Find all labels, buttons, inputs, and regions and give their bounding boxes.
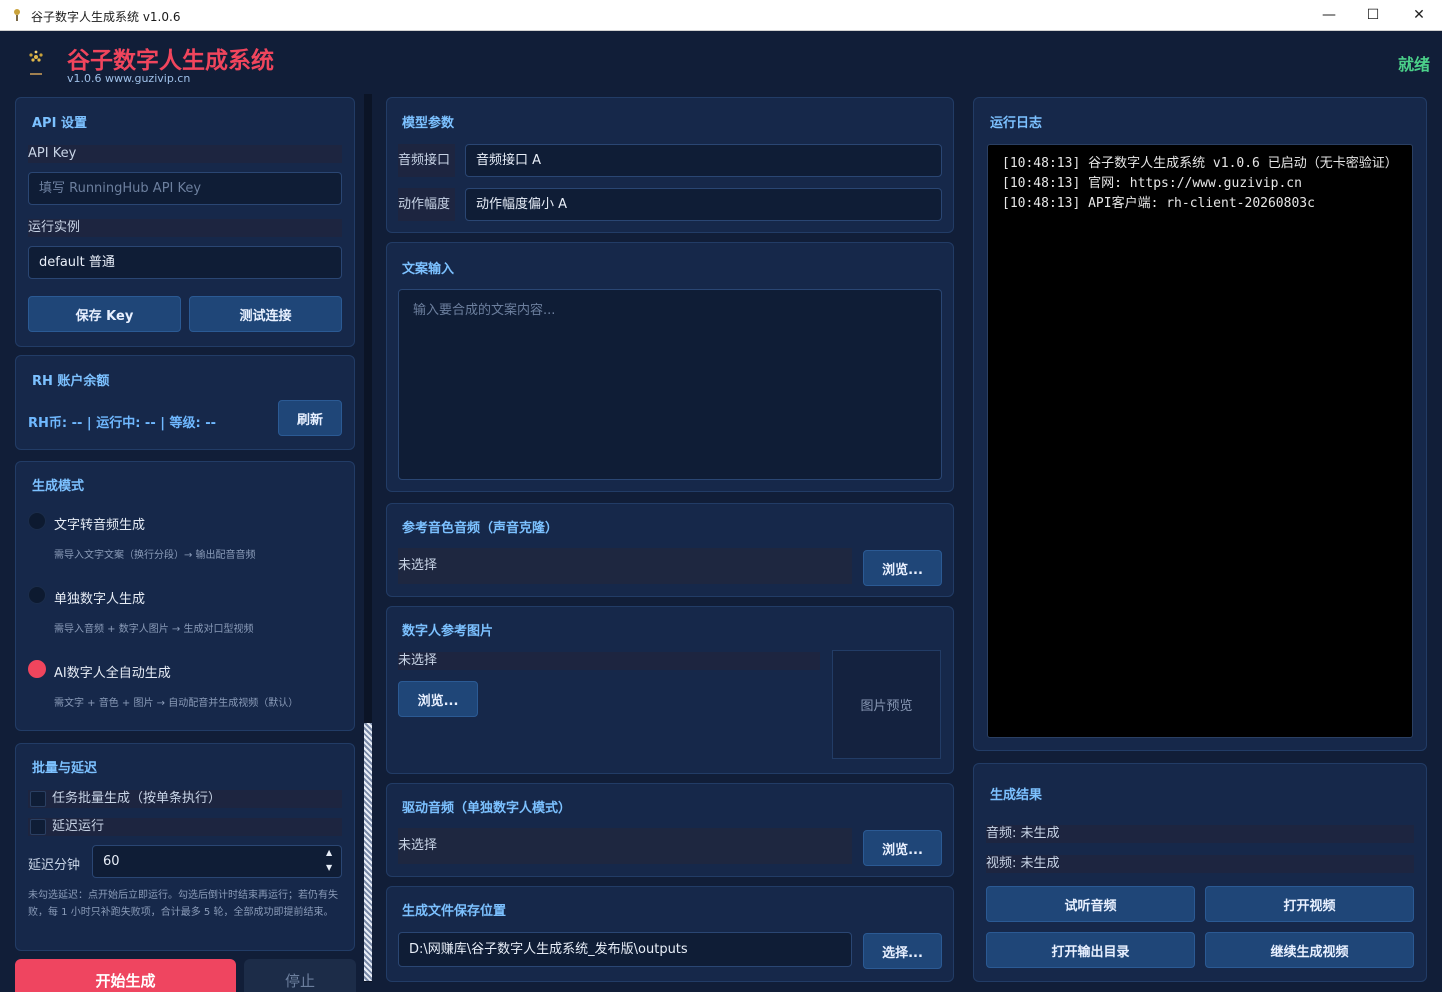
open-video-button[interactable]: 打开视频: [1205, 886, 1414, 922]
app-subtitle: v1.0.6 www.guzivip.cn: [67, 72, 191, 85]
spin-up-icon[interactable]: ▲: [326, 848, 332, 857]
stop-button[interactable]: 停止: [244, 959, 356, 992]
mode-desc-digital-human: 需导入音频 + 数字人图片 → 生成对口型视频: [54, 624, 254, 635]
drive-audio-panel: 驱动音频（单独数字人模式） 未选择 浏览...: [386, 783, 954, 877]
audio-port-select[interactable]: 音频接口 A: [465, 144, 942, 177]
motion-select[interactable]: 动作幅度偏小 A: [465, 188, 942, 221]
open-output-dir-button[interactable]: 打开输出目录: [986, 932, 1195, 968]
ref-audio-browse-button[interactable]: 浏览...: [863, 550, 942, 586]
log-output[interactable]: [10:48:13] 谷子数字人生成系统 v1.0.6 已启动（无卡密验证） […: [987, 144, 1413, 738]
minimize-button[interactable]: —: [1306, 0, 1352, 30]
logo-icon: [29, 50, 43, 75]
motion-label: 动作幅度: [398, 188, 455, 221]
api-key-input[interactable]: 填写 RunningHub API Key: [28, 172, 342, 205]
log-title: 运行日志: [990, 116, 1043, 131]
close-button[interactable]: ✕: [1396, 0, 1442, 30]
drive-audio-browse-button[interactable]: 浏览...: [863, 830, 942, 866]
model-title: 模型参数: [402, 116, 455, 131]
delay-minutes-label: 延迟分钟: [28, 858, 81, 873]
output-path-input[interactable]: D:\网赚库\谷子数字人生成系统_发布版\outputs: [398, 932, 852, 967]
api-settings-title: API 设置: [32, 116, 87, 131]
ref-audio-title: 参考音色音频（声音克隆）: [402, 521, 559, 536]
save-key-button[interactable]: 保存 Key: [28, 296, 181, 332]
model-panel: 模型参数 音频接口 音频接口 A 动作幅度 动作幅度偏小 A: [386, 97, 954, 233]
mode-title: 生成模式: [32, 479, 85, 494]
spin-down-icon[interactable]: ▼: [326, 863, 332, 872]
log-line: [10:48:13] API客户端: rh-client-20260803c: [1002, 196, 1315, 211]
app-window: 谷子数字人生成系统 v1.0.6 www.guzivip.cn 就绪 API 设…: [0, 31, 1442, 992]
batch-title: 批量与延迟: [32, 761, 98, 776]
app-icon: [14, 9, 20, 21]
output-panel: 生成文件保存位置 D:\网赚库\谷子数字人生成系统_发布版\outputs 选择…: [386, 886, 954, 982]
balance-panel: RH 账户余额 RH币: -- | 运行中: -- | 等级: -- 刷新: [15, 355, 355, 450]
status-badge: 就绪: [1397, 55, 1430, 74]
script-title: 文案输入: [402, 262, 455, 277]
mode-panel: 生成模式 文字转音频生成 需导入文字文案（换行分段）→ 输出配音音频 单独数字人…: [15, 461, 355, 731]
drive-audio-title: 驱动音频（单独数字人模式）: [402, 801, 572, 816]
app-header: 谷子数字人生成系统 v1.0.6 www.guzivip.cn 就绪: [0, 31, 1442, 95]
start-button[interactable]: 开始生成: [15, 959, 236, 992]
script-textarea[interactable]: 输入要合成的文案内容...: [398, 289, 942, 480]
mode-radio-text-to-audio[interactable]: [28, 512, 46, 530]
output-title: 生成文件保存位置: [402, 904, 507, 919]
result-title: 生成结果: [990, 788, 1043, 803]
mode-desc-text-to-audio: 需导入文字文案（换行分段）→ 输出配音音频: [54, 550, 256, 561]
audio-port-label: 音频接口: [398, 144, 455, 177]
result-panel: 生成结果 音频: 未生成 视频: 未生成 试听音频 打开视频 打开输出目录 继续…: [973, 763, 1427, 982]
api-key-label: API Key: [28, 145, 342, 163]
delay-label[interactable]: 延迟运行: [28, 818, 342, 836]
batch-note: 未勾选延迟：点开始后立即运行。勾选后倒计时结束再运行；若仍有失败，每 1 小时只…: [28, 890, 338, 918]
mode-label-text-to-audio[interactable]: 文字转音频生成: [54, 514, 145, 533]
mode-label-digital-human[interactable]: 单独数字人生成: [54, 588, 145, 607]
window-title: 谷子数字人生成系统 v1.0.6: [31, 10, 181, 24]
audio-status: 音频: 未生成: [986, 825, 1414, 843]
left-scrollbar-thumb[interactable]: [364, 723, 372, 981]
image-preview: 图片预览: [832, 650, 941, 759]
app-title: 谷子数字人生成系统: [67, 48, 274, 74]
instance-select[interactable]: default 普通: [28, 246, 342, 279]
window-titlebar: 谷子数字人生成系统 v1.0.6 — ☐ ✕: [0, 0, 1442, 31]
api-settings-panel: API 设置 API Key 填写 RunningHub API Key 运行实…: [15, 97, 355, 347]
ref-audio-path: 未选择: [398, 548, 852, 584]
drive-audio-path: 未选择: [398, 828, 852, 864]
listen-audio-button[interactable]: 试听音频: [986, 886, 1195, 922]
delay-checkbox[interactable]: [30, 819, 46, 835]
mode-desc-auto: 需文字 + 音色 + 图片 → 自动配音并生成视频（默认）: [54, 698, 299, 709]
video-status: 视频: 未生成: [986, 855, 1414, 873]
test-connection-button[interactable]: 测试连接: [189, 296, 342, 332]
maximize-button[interactable]: ☐: [1350, 0, 1396, 30]
delay-minutes-spinbox[interactable]: 60: [92, 845, 342, 878]
ref-image-browse-button[interactable]: 浏览...: [398, 681, 478, 717]
balance-title: RH 账户余额: [32, 374, 110, 389]
script-panel: 文案输入 输入要合成的文案内容...: [386, 242, 954, 492]
continue-generate-button[interactable]: 继续生成视频: [1205, 932, 1414, 968]
log-line: [10:48:13] 谷子数字人生成系统 v1.0.6 已启动（无卡密验证）: [1002, 156, 1398, 171]
batch-checkbox[interactable]: [30, 791, 46, 807]
output-choose-button[interactable]: 选择...: [863, 933, 942, 969]
ref-image-path: 未选择: [398, 652, 820, 670]
instance-label: 运行实例: [28, 219, 342, 237]
log-line: [10:48:13] 官网: https://www.guzivip.cn: [1002, 176, 1302, 191]
ref-image-title: 数字人参考图片: [402, 624, 494, 639]
ref-audio-panel: 参考音色音频（声音克隆） 未选择 浏览...: [386, 503, 954, 597]
mode-radio-auto[interactable]: [28, 660, 46, 678]
mode-label-auto[interactable]: AI数字人全自动生成: [54, 662, 171, 681]
batch-label[interactable]: 任务批量生成（按单条执行）: [28, 790, 342, 808]
batch-panel: 批量与延迟 任务批量生成（按单条执行） 延迟运行 延迟分钟 60 ▲ ▼ 未勾选…: [15, 743, 355, 951]
balance-info: RH币: -- | 运行中: -- | 等级: --: [28, 416, 217, 431]
mode-radio-digital-human[interactable]: [28, 586, 46, 604]
refresh-button[interactable]: 刷新: [278, 400, 342, 436]
